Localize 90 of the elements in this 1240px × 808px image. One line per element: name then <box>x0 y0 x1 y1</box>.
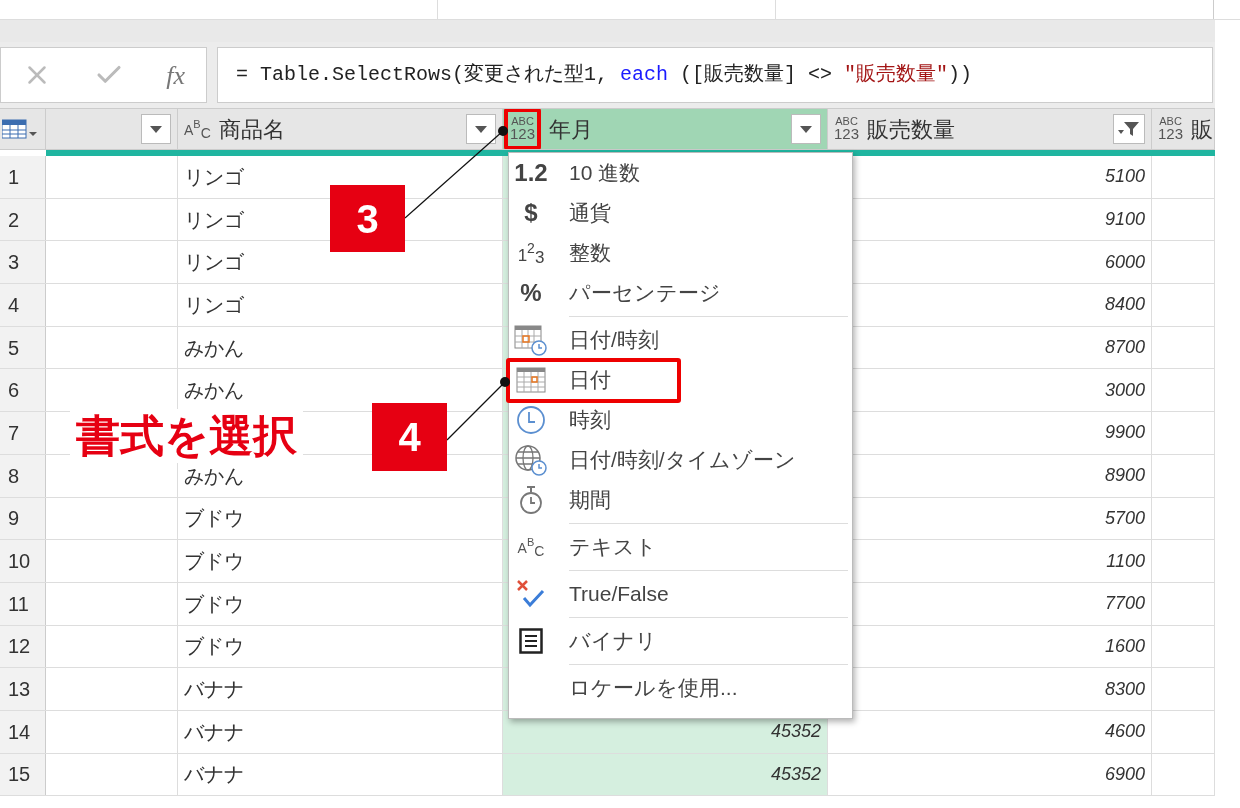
row-number: 12 <box>0 625 46 668</box>
menu-item[interactable]: 時刻 <box>509 400 852 440</box>
menu-item[interactable]: 日付 <box>509 360 852 400</box>
leader-line <box>446 377 510 441</box>
menu-item[interactable]: True/False <box>509 574 852 614</box>
menu-item[interactable]: 日付/時刻/タイムゾーン <box>509 440 852 480</box>
any-type-icon[interactable]: ABC 123 <box>834 117 860 141</box>
any-type-icon[interactable]: ABC 123 <box>1158 117 1184 141</box>
table-cell-text: ブドウ <box>184 591 244 617</box>
row-number: 4 <box>0 284 46 326</box>
row-number: 11 <box>0 582 46 625</box>
table-cell-text: 45352 <box>770 720 821 744</box>
table-cell-text: みかん <box>184 378 244 404</box>
column-dropdown-button[interactable] <box>791 114 821 144</box>
type-icon: 1.2 <box>514 161 548 185</box>
table-cell-text: 4600 <box>1104 720 1145 744</box>
table-cell-text: 9900 <box>1104 421 1145 445</box>
table-cell-text: 8300 <box>1104 677 1145 701</box>
row-number: 14 <box>0 710 46 753</box>
table-cell-text: 7700 <box>1104 592 1145 616</box>
table-cell-text: 5100 <box>1104 165 1145 189</box>
row-number: 6 <box>0 369 46 412</box>
stopwatch-icon <box>518 485 544 515</box>
step-badge: 4 <box>372 403 447 471</box>
table-cell-text: リンゴ <box>184 164 244 190</box>
table-cell-text: 8900 <box>1104 464 1145 488</box>
formula-field[interactable]: = Table.SelectRows(変更された型1, each ([販売数量] <> "販売数量")) <box>217 47 1213 103</box>
table-cell-text: リンゴ <box>184 250 244 276</box>
column-dropdown-button[interactable] <box>466 114 496 144</box>
globe-clock-icon <box>514 444 548 476</box>
row-number: 8 <box>0 454 46 497</box>
menu-item[interactable]: バイナリ <box>509 621 852 661</box>
caret-icon <box>800 125 812 133</box>
table-cell-text: 3000 <box>1104 378 1145 402</box>
caret-icon <box>150 125 162 133</box>
table-cell-text: 1600 <box>1104 634 1145 658</box>
caption: 書式を選択 <box>70 409 303 463</box>
row-number: 13 <box>0 668 46 710</box>
row-number: 2 <box>0 198 46 241</box>
table-menu-icon[interactable] <box>0 109 46 149</box>
table-cell-text: ブドウ <box>184 506 244 532</box>
filter-icon <box>1118 121 1140 137</box>
menu-item[interactable]: ロケールを使用... <box>509 668 852 708</box>
step-badge: 3 <box>330 185 405 252</box>
menu-item[interactable]: 日付/時刻 <box>509 320 852 360</box>
menu-item[interactable]: $ 通貨 <box>509 193 852 233</box>
table-cell-text: 8700 <box>1104 336 1145 360</box>
table-cell-text: 6000 <box>1104 250 1145 274</box>
table-cell-text: バナナ <box>184 719 244 745</box>
fx-label[interactable]: fx <box>166 55 185 95</box>
column-name: 販売数量 <box>867 115 956 144</box>
row-number: 1 <box>0 156 46 198</box>
row-number: 10 <box>0 540 46 582</box>
table-cell-text: みかん <box>184 463 244 489</box>
table-cell-text: 1100 <box>1106 549 1145 573</box>
clock-icon <box>516 405 546 435</box>
table-cell-text: 5700 <box>1104 506 1145 530</box>
menu-item[interactable]: % パーセンテージ <box>509 273 852 313</box>
type-icon: % <box>520 281 542 305</box>
table-cell-text: 9100 <box>1104 208 1145 232</box>
row-number: 7 <box>0 412 46 454</box>
menu-item[interactable]: 1.2 10 進数 <box>509 153 852 193</box>
any-type-icon[interactable]: ABC 123 <box>510 117 536 141</box>
table-cell-text: バナナ <box>184 762 244 788</box>
column-name: 商品名 <box>218 115 285 144</box>
menu-item[interactable]: 期間 <box>509 480 852 520</box>
cross-check-icon <box>516 579 546 609</box>
column-name: 年月 <box>549 115 594 144</box>
table-cell-text: みかん <box>184 335 244 361</box>
row-number: 5 <box>0 326 46 369</box>
table-cell-text: 8400 <box>1104 293 1145 317</box>
table-cell-text: リンゴ <box>184 292 244 318</box>
column-name: 販 <box>1191 115 1214 144</box>
calendar-icon <box>516 367 546 393</box>
document-icon <box>519 628 543 654</box>
row-number: 9 <box>0 497 46 540</box>
row-number: 15 <box>0 753 46 796</box>
type-icon: $ <box>524 201 538 225</box>
filter-button[interactable] <box>1113 114 1145 144</box>
row-number: 3 <box>0 241 46 284</box>
column-dropdown-button[interactable] <box>141 114 171 144</box>
table-cell-text: リンゴ <box>184 207 244 233</box>
table-cell-text: バナナ <box>184 677 244 703</box>
caret-icon <box>475 125 487 133</box>
formula-text: = Table.SelectRows(変更された型1, each ([販売数量] <> "販売数量")) <box>236 62 973 88</box>
table-cell-text: 45352 <box>770 762 821 786</box>
calendar-clock-icon <box>514 324 548 356</box>
table-cell-text: ブドウ <box>184 634 244 660</box>
table-cell-text: ブドウ <box>184 549 244 575</box>
table-cell-text: 6900 <box>1104 762 1145 786</box>
